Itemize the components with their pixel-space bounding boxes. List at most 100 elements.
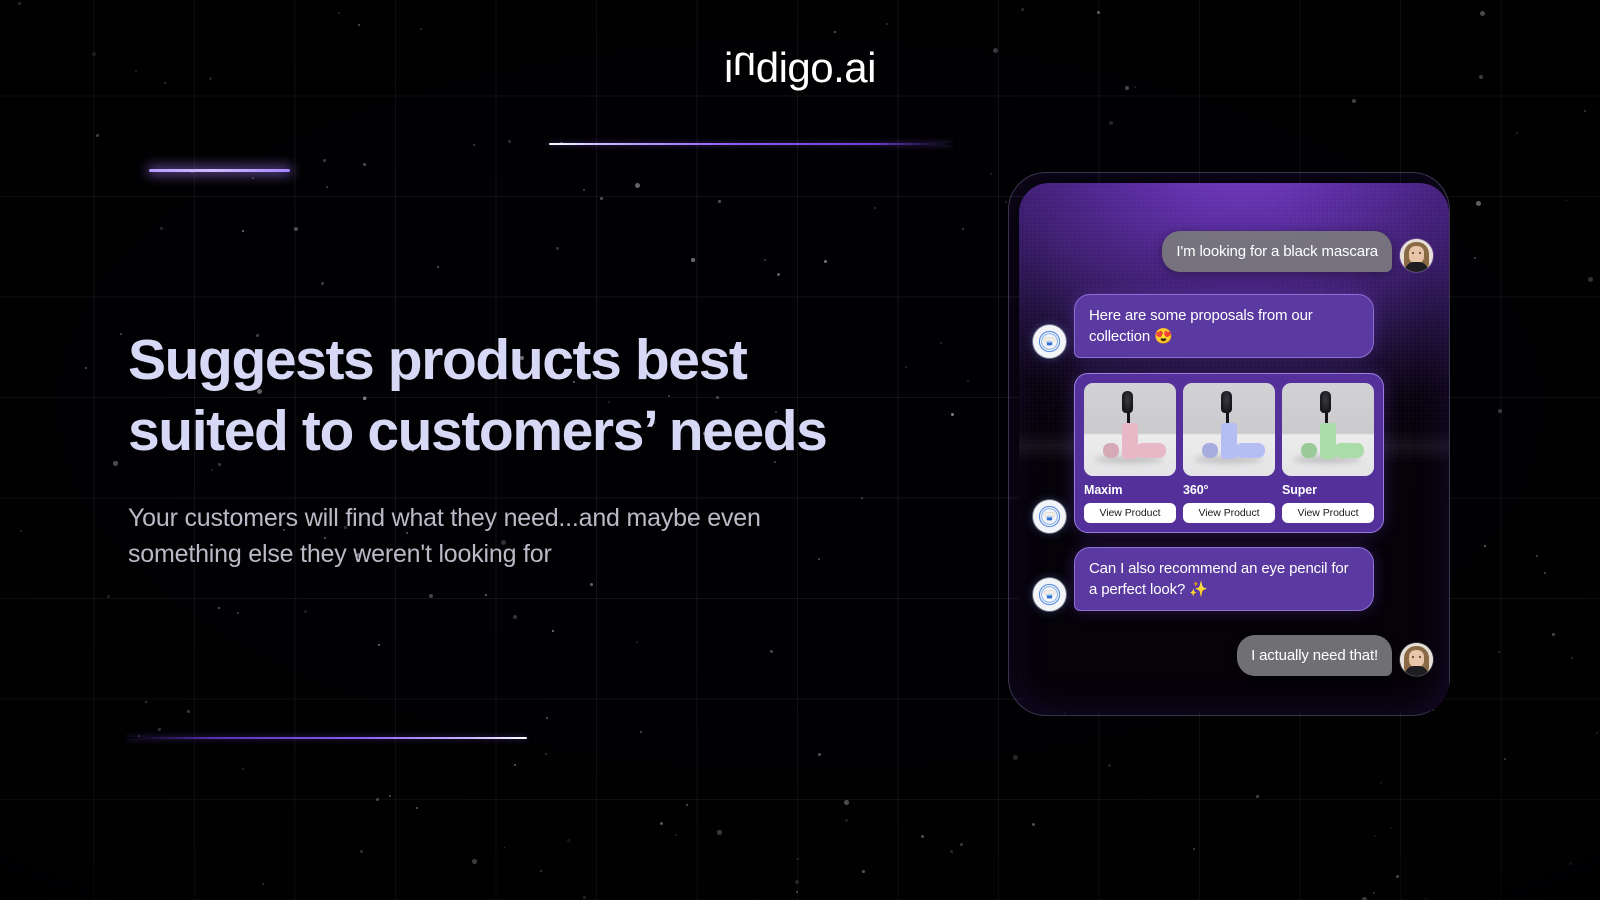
- star-dot: [96, 134, 99, 137]
- star-dot: [1498, 651, 1500, 653]
- avatar-bot: [1033, 578, 1066, 611]
- star-dot: [1013, 755, 1018, 760]
- page-title-line2: suited to customers’ needs: [128, 399, 828, 463]
- star-dot: [92, 52, 96, 56]
- star-dot: [556, 247, 559, 250]
- user-portrait-image: [1400, 643, 1433, 676]
- page-root: i u digo.ai Suggests products best suited …: [0, 0, 1600, 900]
- star-dot: [1005, 201, 1008, 204]
- product-carousel: Maxim View Product 360° View Product Sup…: [1074, 373, 1384, 533]
- device-top-glow-bar: [149, 169, 290, 172]
- star-dot: [660, 822, 663, 825]
- mascara-cap-laying: [1103, 443, 1120, 458]
- star-dot: [545, 753, 548, 756]
- chat-bubble-user-1[interactable]: I'm looking for a black mascara: [1162, 231, 1392, 272]
- star-dot: [420, 28, 422, 30]
- star-dot: [242, 768, 244, 770]
- chat-device-frame: I'm looking for a black mascara Here are…: [1008, 172, 1450, 716]
- star-dot: [437, 266, 439, 268]
- star-dot: [905, 366, 908, 369]
- product-name: Super: [1282, 483, 1317, 497]
- mascara-tube-standing: [1220, 423, 1237, 459]
- bot-logo-icon: [1038, 505, 1061, 528]
- star-dot: [1536, 555, 1538, 557]
- product-card[interactable]: Maxim View Product: [1084, 383, 1176, 523]
- star-dot: [1097, 11, 1100, 14]
- star-dot: [508, 140, 512, 144]
- star-dot: [1498, 409, 1502, 413]
- star-dot: [950, 850, 953, 853]
- star-dot: [1109, 121, 1113, 125]
- star-dot: [921, 835, 925, 839]
- star-dot: [886, 23, 889, 26]
- star-dot: [209, 77, 212, 80]
- star-dot: [252, 177, 254, 179]
- star-dot: [1584, 110, 1587, 113]
- star-dot: [18, 2, 21, 5]
- star-dot: [20, 530, 23, 533]
- chat-row-bot-2: Can I also recommend an eye pencil for a…: [1033, 547, 1433, 611]
- logo-text-part1: i: [724, 44, 733, 91]
- star-dot: [834, 31, 836, 33]
- product-image: [1084, 383, 1176, 476]
- star-dot: [1544, 572, 1546, 574]
- chat-row-user-1: I'm looking for a black mascara: [1033, 231, 1433, 272]
- brand-logo-wrapper: i u digo.ai: [0, 44, 1600, 92]
- star-dot: [1588, 277, 1593, 282]
- star-dot: [635, 183, 641, 189]
- bot-logo-icon: [1038, 330, 1061, 353]
- star-dot: [717, 830, 722, 835]
- star-dot: [360, 850, 364, 854]
- star-dot: [338, 12, 340, 14]
- avatar-user: [1400, 239, 1433, 272]
- chat-bubble-user-2[interactable]: I actually need that!: [1237, 635, 1392, 676]
- star-dot: [1256, 795, 1259, 798]
- chat-row-bot-carousel: Maxim View Product 360° View Product Sup…: [1033, 373, 1433, 533]
- star-dot: [1484, 545, 1486, 547]
- product-image: [1183, 383, 1275, 476]
- star-dot: [824, 260, 827, 263]
- star-dot: [567, 839, 570, 842]
- view-product-button[interactable]: View Product: [1084, 503, 1176, 523]
- star-dot: [1374, 835, 1376, 837]
- star-dot: [951, 413, 954, 416]
- mascara-illustration: [1282, 383, 1374, 476]
- star-dot: [583, 896, 586, 899]
- star-dot: [1108, 764, 1112, 768]
- chat-row-bot-1: Here are some proposals from our collect…: [1033, 294, 1433, 358]
- star-dot: [1390, 827, 1392, 829]
- star-dot: [797, 858, 799, 860]
- star-dot: [777, 273, 780, 276]
- star-dot: [1380, 782, 1383, 785]
- star-dot: [795, 880, 799, 884]
- star-dot: [473, 144, 475, 146]
- view-product-button[interactable]: View Product: [1183, 503, 1275, 523]
- star-dot: [1504, 758, 1506, 760]
- mascara-illustration: [1183, 383, 1275, 476]
- star-dot: [1596, 732, 1599, 735]
- mascara-illustration: [1084, 383, 1176, 476]
- star-dot: [1476, 201, 1481, 206]
- star-dot: [113, 461, 118, 466]
- page-subtitle-line1: Your customers will find what they need.…: [128, 504, 761, 532]
- mascara-tube-laying: [1136, 443, 1167, 458]
- view-product-button[interactable]: View Product: [1282, 503, 1374, 523]
- chat-bubble-bot-1[interactable]: Here are some proposals from our collect…: [1074, 294, 1374, 358]
- star-dot: [472, 859, 477, 864]
- star-dot: [583, 189, 586, 192]
- chat-screen: I'm looking for a black mascara Here are…: [1019, 183, 1449, 713]
- star-dot: [1566, 200, 1568, 202]
- product-card[interactable]: 360° View Product: [1183, 383, 1275, 523]
- star-dot: [1396, 875, 1399, 878]
- product-card[interactable]: Super View Product: [1282, 383, 1374, 523]
- star-dot: [1571, 657, 1573, 659]
- star-dot: [540, 870, 543, 873]
- mascara-tube-standing: [1319, 423, 1336, 459]
- star-dot: [770, 650, 774, 654]
- chat-bubble-bot-2[interactable]: Can I also recommend an eye pencil for a…: [1074, 547, 1374, 611]
- star-dot: [160, 227, 163, 230]
- brand-logo[interactable]: i u digo.ai: [724, 44, 876, 92]
- star-dot: [1479, 75, 1484, 80]
